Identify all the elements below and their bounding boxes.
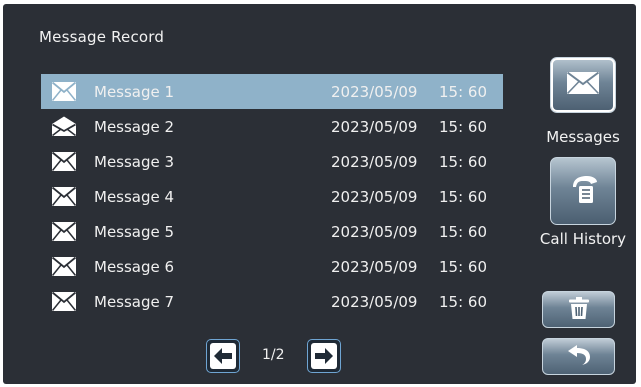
message-date: 2023/05/09	[331, 222, 418, 241]
message-name: Message 4	[94, 187, 175, 206]
message-time: 15: 60	[439, 257, 487, 276]
message-date: 2023/05/09	[331, 82, 418, 101]
message-row-3[interactable]: Message 3 2023/05/09 15: 60	[41, 144, 503, 179]
message-time: 15: 60	[439, 222, 487, 241]
back-arrow-icon	[567, 344, 590, 369]
message-name: Message 7	[94, 292, 175, 311]
trash-icon	[568, 296, 589, 323]
page-indicator: 1/2	[262, 347, 285, 363]
messages-label: Messages	[546, 128, 620, 146]
call-history-button[interactable]	[550, 157, 616, 225]
page-title: Message Record	[39, 28, 165, 46]
message-row-6[interactable]: Message 6 2023/05/09 15: 60	[41, 249, 503, 284]
message-record-screen: Message Record Message 1 2023/05/09 15: …	[3, 4, 636, 384]
message-row-1[interactable]: Message 1 2023/05/09 15: 60	[41, 74, 503, 109]
message-name: Message 5	[94, 222, 175, 241]
envelope-icon	[51, 186, 77, 207]
messages-button[interactable]	[550, 57, 616, 113]
arrow-left-icon	[210, 343, 236, 369]
message-date: 2023/05/09	[331, 187, 418, 206]
message-name: Message 2	[94, 117, 175, 136]
message-time: 15: 60	[439, 292, 487, 311]
message-row-2[interactable]: Message 2 2023/05/09 15: 60	[41, 109, 503, 144]
envelope-icon	[51, 291, 77, 312]
message-row-5[interactable]: Message 5 2023/05/09 15: 60	[41, 214, 503, 249]
message-date: 2023/05/09	[331, 152, 418, 171]
message-time: 15: 60	[439, 152, 487, 171]
pagination: 1/2	[206, 339, 346, 373]
message-row-7[interactable]: Message 7 2023/05/09 15: 60	[41, 284, 503, 319]
delete-button[interactable]	[542, 291, 615, 328]
message-name: Message 3	[94, 152, 175, 171]
call-history-label: Call History	[539, 230, 627, 248]
envelope-icon	[566, 71, 600, 99]
message-date: 2023/05/09	[331, 117, 418, 136]
envelope-icon	[51, 151, 77, 172]
message-list: Message 1 2023/05/09 15: 60 Message 2 20…	[41, 74, 503, 319]
envelope-icon	[51, 81, 77, 102]
phone-icon	[567, 173, 599, 209]
previous-page-button[interactable]	[206, 339, 240, 373]
back-button[interactable]	[542, 338, 615, 375]
message-time: 15: 60	[439, 117, 487, 136]
message-time: 15: 60	[439, 82, 487, 101]
message-row-4[interactable]: Message 4 2023/05/09 15: 60	[41, 179, 503, 214]
open-envelope-icon	[51, 116, 77, 137]
arrow-right-icon	[311, 343, 337, 369]
envelope-icon	[51, 256, 77, 277]
message-date: 2023/05/09	[331, 292, 418, 311]
message-time: 15: 60	[439, 187, 487, 206]
next-page-button[interactable]	[307, 339, 341, 373]
message-date: 2023/05/09	[331, 257, 418, 276]
message-name: Message 6	[94, 257, 175, 276]
message-name: Message 1	[94, 82, 175, 101]
envelope-icon	[51, 221, 77, 242]
